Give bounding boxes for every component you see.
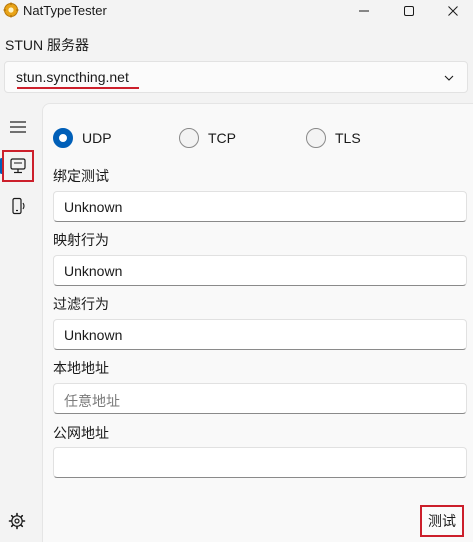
- nav-item-nat-test[interactable]: [2, 150, 34, 182]
- stun-server-highlight: [17, 87, 139, 89]
- radio-tcp-label: TCP: [208, 130, 236, 146]
- local-address-input[interactable]: 任意地址: [53, 383, 467, 414]
- minimize-button[interactable]: [344, 0, 384, 22]
- radio-unchecked-icon: [306, 128, 326, 148]
- device-speaker-icon[interactable]: [8, 196, 28, 216]
- local-address-label: 本地地址: [53, 360, 109, 376]
- mapping-behavior-field[interactable]: Unknown: [53, 255, 467, 286]
- filtering-behavior-field[interactable]: Unknown: [53, 319, 467, 350]
- mapping-behavior-value: Unknown: [64, 263, 123, 279]
- stun-server-label: STUN 服务器: [5, 37, 89, 53]
- gear-icon[interactable]: [8, 512, 26, 530]
- public-address-field[interactable]: [53, 447, 467, 478]
- binding-test-value: Unknown: [64, 199, 123, 215]
- binding-test-label: 绑定测试: [53, 168, 109, 184]
- local-address-placeholder: 任意地址: [64, 393, 120, 409]
- monitor-icon: [10, 158, 26, 174]
- stun-server-combobox[interactable]: stun.syncthing.net: [4, 61, 468, 93]
- mapping-behavior-label: 映射行为: [53, 232, 109, 248]
- window-title: NatTypeTester: [23, 3, 107, 18]
- binding-test-field[interactable]: Unknown: [53, 191, 467, 222]
- radio-tls-label: TLS: [335, 130, 361, 146]
- close-button[interactable]: [433, 0, 473, 22]
- minimize-icon: [359, 10, 369, 12]
- radio-tcp[interactable]: TCP: [179, 126, 236, 150]
- radio-unchecked-icon: [179, 128, 199, 148]
- title-bar: NatTypeTester: [0, 0, 473, 22]
- filtering-behavior-value: Unknown: [64, 327, 123, 343]
- radio-udp[interactable]: UDP: [53, 126, 112, 150]
- maximize-icon: [404, 6, 414, 16]
- radio-tls[interactable]: TLS: [306, 126, 361, 150]
- test-button[interactable]: 测试: [420, 505, 464, 537]
- app-logo-icon: [3, 2, 19, 18]
- close-icon: [448, 6, 458, 16]
- menu-icon[interactable]: [9, 119, 27, 135]
- radio-udp-label: UDP: [82, 130, 112, 146]
- chevron-down-icon: [444, 75, 454, 81]
- radio-checked-icon: [53, 128, 73, 148]
- filtering-behavior-label: 过滤行为: [53, 296, 109, 312]
- public-address-label: 公网地址: [53, 425, 109, 441]
- maximize-button[interactable]: [389, 0, 429, 22]
- stun-server-value: stun.syncthing.net: [16, 69, 129, 85]
